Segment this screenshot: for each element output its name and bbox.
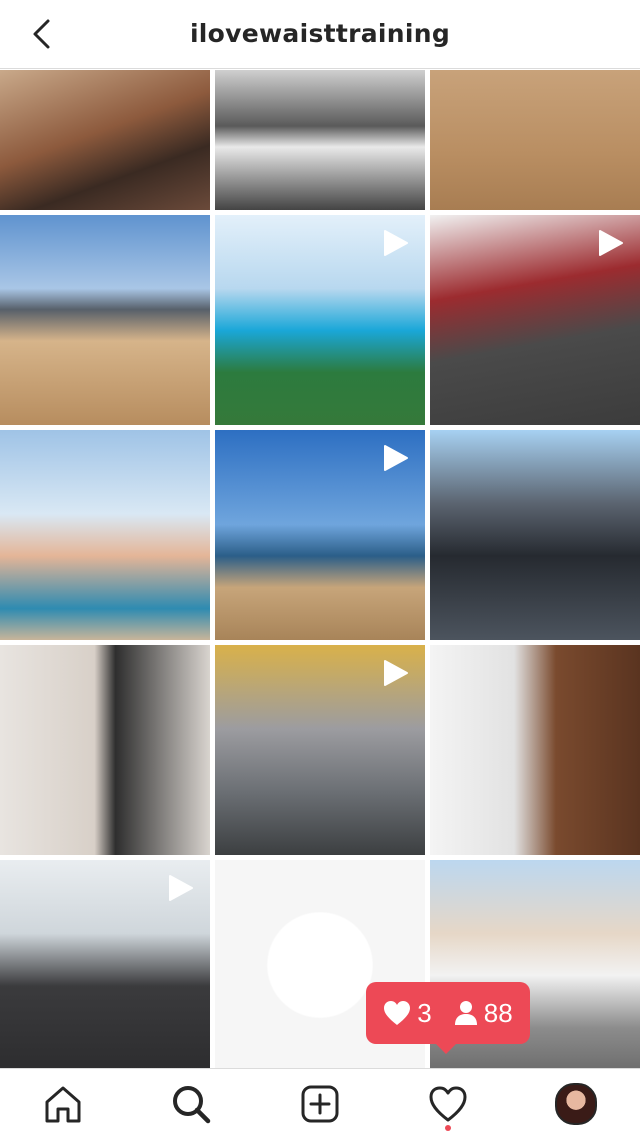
photo-grid bbox=[0, 70, 640, 1070]
post-thumbnail bbox=[0, 215, 210, 425]
grid-post[interactable] bbox=[430, 70, 640, 210]
grid-post[interactable] bbox=[430, 430, 640, 640]
profile-avatar bbox=[555, 1083, 597, 1125]
video-play-icon bbox=[169, 875, 193, 901]
tab-home[interactable] bbox=[23, 1069, 103, 1139]
bottom-tab-bar bbox=[0, 1068, 640, 1139]
grid-post[interactable] bbox=[0, 645, 210, 855]
search-icon bbox=[173, 1086, 211, 1124]
video-play-icon bbox=[384, 660, 408, 686]
post-thumbnail bbox=[0, 645, 210, 855]
video-play-icon bbox=[384, 230, 408, 256]
grid-post[interactable] bbox=[0, 70, 210, 210]
home-icon bbox=[45, 1086, 81, 1123]
top-bar: ilovewaisttraining bbox=[0, 0, 640, 69]
video-play-icon bbox=[599, 230, 623, 256]
followers-count: 88 bbox=[483, 997, 513, 1028]
grid-post[interactable] bbox=[215, 70, 425, 210]
heart-filled-icon bbox=[384, 1001, 411, 1025]
grid-post[interactable] bbox=[430, 215, 640, 425]
post-thumbnail bbox=[430, 70, 640, 210]
tab-profile[interactable] bbox=[536, 1069, 616, 1139]
activity-heart-icon bbox=[429, 1086, 467, 1122]
grid-post[interactable] bbox=[0, 860, 210, 1070]
add-post-icon bbox=[301, 1085, 339, 1123]
grid-post[interactable] bbox=[215, 215, 425, 425]
video-play-icon bbox=[384, 445, 408, 471]
likes-count: 3 bbox=[417, 997, 432, 1028]
grid-post[interactable] bbox=[0, 215, 210, 425]
tab-search[interactable] bbox=[151, 1069, 231, 1139]
post-thumbnail bbox=[215, 70, 425, 210]
notification-pointer bbox=[434, 1042, 458, 1054]
activity-indicator-dot bbox=[445, 1125, 451, 1131]
person-icon bbox=[454, 1001, 477, 1025]
grid-post[interactable] bbox=[215, 645, 425, 855]
grid-post[interactable] bbox=[0, 430, 210, 640]
post-thumbnail bbox=[0, 430, 210, 640]
activity-notification[interactable]: 3 88 bbox=[366, 982, 530, 1044]
grid-post[interactable] bbox=[215, 430, 425, 640]
page-title: ilovewaisttraining bbox=[189, 19, 451, 48]
post-thumbnail bbox=[0, 70, 210, 210]
grid-post[interactable] bbox=[430, 645, 640, 855]
tab-new-post[interactable] bbox=[280, 1069, 360, 1139]
post-thumbnail bbox=[430, 430, 640, 640]
post-thumbnail bbox=[430, 645, 640, 855]
